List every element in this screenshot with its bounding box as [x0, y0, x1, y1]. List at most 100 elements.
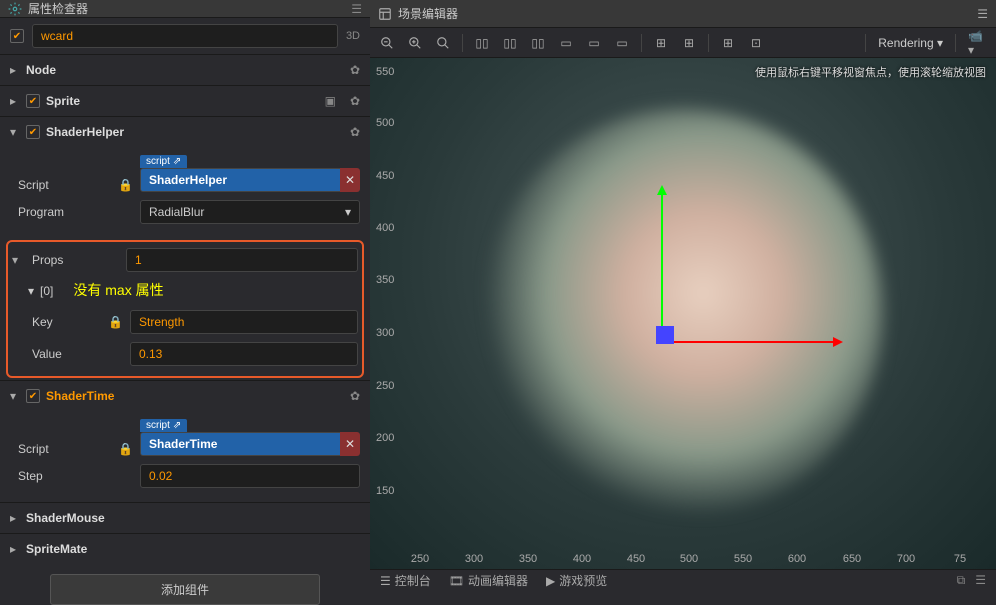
component-enabled-checkbox[interactable] [26, 94, 40, 108]
gear-icon[interactable]: ✿ [350, 94, 360, 108]
gear-icon[interactable]: ✿ [350, 389, 360, 403]
script-value[interactable]: ShaderHelper [140, 168, 343, 192]
viewport-hint: 使用鼠标右键平移视窗焦点，使用滚轮缩放视图 [755, 64, 986, 80]
film-icon: 🎞 [449, 574, 464, 588]
prop-label: Script [10, 442, 110, 456]
align-left-icon[interactable]: ▯▯ [471, 32, 493, 54]
section-node: ▸ Node ✿ [0, 54, 370, 85]
props-count-input[interactable]: 1 [126, 248, 358, 272]
ruler-tick: 150 [376, 485, 394, 497]
tab-game-preview[interactable]: ▶游戏预览 [546, 572, 607, 589]
section-shadermouse: ▸ ShaderMouse [0, 502, 370, 533]
ruler-tick: 450 [376, 170, 394, 182]
lock-icon: 🔒 [118, 178, 132, 192]
camera-icon[interactable]: 📹 ▾ [968, 32, 990, 54]
gear-icon[interactable]: ✿ [350, 63, 360, 77]
program-select[interactable]: RadialBlur▾ [140, 200, 360, 224]
section-title: Sprite [46, 94, 311, 108]
step-input[interactable]: 0.02 [140, 464, 360, 488]
section-title: SpriteMate [26, 542, 360, 556]
scene-viewport[interactable]: 使用鼠标右键平移视窗焦点，使用滚轮缩放视图 550500450400350300… [370, 58, 996, 569]
zoom-out-icon[interactable] [376, 32, 398, 54]
tab-console[interactable]: ☰控制台 [380, 572, 431, 589]
gear-icon[interactable]: ✿ [350, 125, 360, 139]
node-name-input[interactable] [32, 24, 338, 48]
ruler-tick: 600 [788, 553, 806, 565]
bottom-tabs: ☰控制台 🎞动画编辑器 ▶游戏预览 ⧉ ☰ [370, 569, 996, 591]
align-center-h-icon[interactable]: ▯▯ [499, 32, 521, 54]
inspector-title: 属性检查器 [28, 0, 351, 17]
scene-editor-title: 场景编辑器 [398, 5, 977, 22]
chevron-right-icon: ▸ [10, 63, 20, 77]
camera-icon: ▶ [546, 574, 555, 588]
section-header-sprite[interactable]: ▸ Sprite ▣ ✿ [0, 86, 370, 116]
zoom-fit-icon[interactable] [432, 32, 454, 54]
gizmo-x-axis[interactable] [663, 341, 835, 343]
chevron-down-icon[interactable]: ▾ [12, 253, 24, 267]
ruler-tick: 450 [627, 553, 645, 565]
key-input[interactable]: Strength [130, 310, 358, 334]
align-center-v-icon[interactable]: ▭ [583, 32, 605, 54]
highlight-annotation-box: ▾ Props 1 ▾[0] 没有 max 属性 Key 🔒 Strength … [6, 240, 364, 378]
rendering-dropdown[interactable]: Rendering ▾ [878, 36, 943, 50]
ruler-x: 25030035040045050055060065070075 [370, 547, 996, 569]
menu-icon[interactable]: ☰ [975, 573, 986, 588]
align-right-icon[interactable]: ▯▯ [527, 32, 549, 54]
section-spritemate: ▸ SpriteMate [0, 533, 370, 564]
external-link-icon: ⇗ [173, 156, 181, 167]
ruler-tick: 200 [376, 432, 394, 444]
section-header-shadertime[interactable]: ▾ ShaderTime ✿ [0, 381, 370, 411]
menu-icon[interactable]: ☰ [977, 7, 988, 21]
chevron-right-icon: ▸ [10, 542, 20, 556]
close-icon[interactable]: ✕ [340, 168, 360, 192]
external-link-icon: ⇗ [173, 420, 181, 431]
node-name-row: 3D [0, 18, 370, 54]
section-header-spritemate[interactable]: ▸ SpriteMate [0, 534, 370, 564]
annotation-text: 没有 max 属性 [73, 280, 163, 300]
component-enabled-checkbox[interactable] [26, 125, 40, 139]
gizmo-handle[interactable] [656, 326, 674, 344]
section-header-shadermouse[interactable]: ▸ ShaderMouse [0, 503, 370, 533]
close-icon[interactable]: ✕ [340, 432, 360, 456]
ruler-tick: 350 [376, 274, 394, 286]
chevron-right-icon: ▸ [10, 94, 20, 108]
zoom-in-icon[interactable] [404, 32, 426, 54]
add-component-button[interactable]: 添加组件 [50, 574, 320, 605]
node-enabled-checkbox[interactable] [10, 29, 24, 43]
value-input[interactable]: 0.13 [130, 342, 358, 366]
prop-label: Step [10, 469, 110, 483]
script-value[interactable]: ShaderTime [140, 432, 343, 456]
section-title: Node [26, 63, 336, 77]
align-top-icon[interactable]: ▭ [555, 32, 577, 54]
ruler-tick: 250 [376, 380, 394, 392]
distribute-v-icon[interactable]: ⊞ [678, 32, 700, 54]
section-header-node[interactable]: ▸ Node ✿ [0, 55, 370, 85]
script-tag: script⇗ [140, 419, 187, 432]
align-bottom-icon[interactable]: ▭ [611, 32, 633, 54]
chevron-right-icon: ▸ [10, 511, 20, 525]
section-header-shaderhelper[interactable]: ▾ ShaderHelper ✿ [0, 117, 370, 147]
ruler-tick: 300 [465, 553, 483, 565]
ruler-tick: 650 [843, 553, 861, 565]
book-icon[interactable]: ▣ [325, 94, 336, 108]
scene-editor-panel: 场景编辑器 ☰ ▯▯ ▯▯ ▯▯ ▭ ▭ ▭ ⊞ ⊞ ⊞ ⊡ Rendering… [370, 0, 996, 591]
section-title: ShaderHelper [46, 125, 336, 139]
menu-icon[interactable]: ☰ [351, 2, 362, 16]
scene-toolbar: ▯▯ ▯▯ ▯▯ ▭ ▭ ▭ ⊞ ⊞ ⊞ ⊡ Rendering ▾ 📹 ▾ [370, 28, 996, 58]
tab-animation[interactable]: 🎞动画编辑器 [449, 572, 528, 589]
popout-icon[interactable]: ⧉ [957, 573, 966, 588]
ruler-tick: 250 [411, 553, 429, 565]
chevron-down-icon: ▾ [28, 284, 34, 298]
section-title: ShaderMouse [26, 511, 360, 525]
gizmo-y-axis[interactable] [661, 193, 663, 341]
grid-icon[interactable]: ⊞ [717, 32, 739, 54]
prop-label: Value [12, 347, 100, 361]
prop-label: Key [12, 315, 100, 329]
distribute-h-icon[interactable]: ⊞ [650, 32, 672, 54]
snap-icon[interactable]: ⊡ [745, 32, 767, 54]
component-enabled-checkbox[interactable] [26, 389, 40, 403]
section-shadertime: ▾ ShaderTime ✿ Script 🔒 script⇗ ShaderTi… [0, 380, 370, 502]
3d-badge[interactable]: 3D [346, 30, 360, 42]
ruler-tick: 500 [376, 117, 394, 129]
array-index[interactable]: ▾[0] [12, 284, 53, 298]
